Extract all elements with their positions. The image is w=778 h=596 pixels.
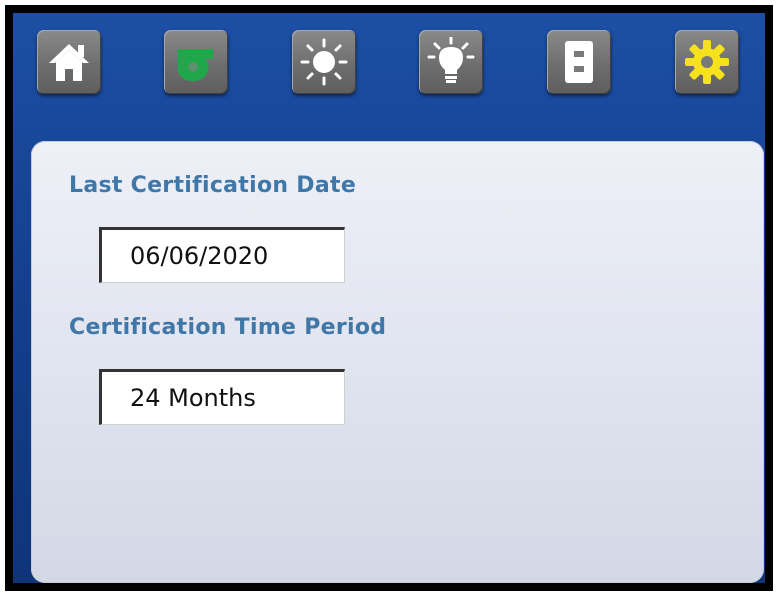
outlet-button[interactable] bbox=[547, 30, 611, 94]
fan-blower-icon bbox=[173, 41, 219, 83]
fan-button[interactable] bbox=[164, 30, 228, 94]
certification-time-period-field[interactable]: 24 Months bbox=[99, 369, 345, 425]
toolbar bbox=[13, 13, 765, 141]
last-certification-date-label: Last Certification Date bbox=[69, 173, 357, 198]
certification-panel: Last Certification Date 06/06/2020 Certi… bbox=[31, 141, 764, 583]
sun-button[interactable] bbox=[292, 30, 356, 94]
outlet-icon bbox=[564, 40, 594, 84]
last-certification-date-field[interactable]: 06/06/2020 bbox=[99, 227, 345, 283]
device-frame: Last Certification Date 06/06/2020 Certi… bbox=[5, 5, 773, 591]
settings-button[interactable] bbox=[675, 30, 739, 94]
certification-time-period-label: Certification Time Period bbox=[69, 315, 387, 340]
screen: Last Certification Date 06/06/2020 Certi… bbox=[13, 13, 765, 583]
light-bulb-icon bbox=[427, 37, 475, 87]
sun-icon bbox=[300, 38, 348, 86]
home-button[interactable] bbox=[37, 30, 101, 94]
gear-icon bbox=[684, 39, 730, 85]
light-button[interactable] bbox=[419, 30, 483, 94]
home-icon bbox=[47, 41, 91, 83]
